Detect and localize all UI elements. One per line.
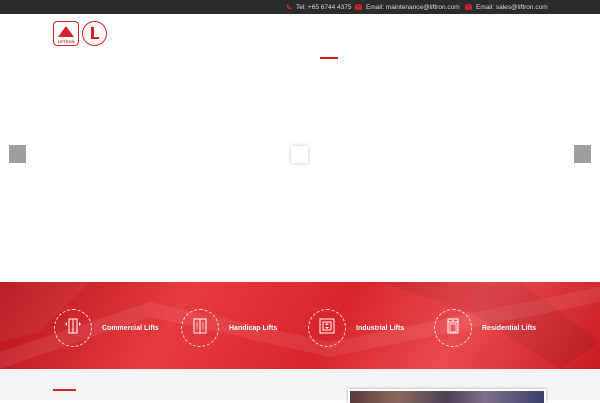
envelope-icon [465,4,472,11]
service-label: Commercial Lifts [102,324,159,332]
commercial-lift-icon [64,318,82,339]
service-label: Industrial Lifts [356,324,405,332]
slider-next-button[interactable] [574,145,591,163]
phone-contact[interactable]: Tel: +65 6744 4375 [285,0,351,14]
hero-slider: LIFTRON [0,14,600,282]
maintenance-email-contact[interactable]: Email: maintenance@liftron.com [355,0,460,14]
envelope-icon [355,4,362,11]
welcome-photo [348,389,546,403]
slider-loader [291,146,308,163]
welcome-accent-line [53,389,76,391]
service-residential-lifts[interactable]: Residential Lifts [434,308,536,348]
service-label: Residential Lifts [482,324,537,332]
residential-lift-icon [444,318,462,339]
handicap-lift-icon [191,318,209,339]
service-handicap-lifts[interactable]: Handicap Lifts [181,308,277,348]
liftron-logo[interactable]: LIFTRON [53,21,79,46]
service-commercial-lifts[interactable]: Commercial Lifts [54,308,159,348]
maintenance-email-text: Email: maintenance@liftron.com [366,3,460,11]
secondary-logo[interactable] [82,21,107,46]
phone-text: Tel: +65 6744 4375 [296,3,352,11]
welcome-section [0,369,600,403]
sales-email-contact[interactable]: Email: sales@liftron.com [465,0,548,14]
industrial-lift-icon [318,318,336,339]
logo-triangle [58,26,74,37]
logo-text: LIFTRON [57,40,75,44]
service-industrial-lifts[interactable]: Industrial Lifts [308,308,404,348]
slider-prev-button[interactable] [9,145,26,163]
service-label: Handicap Lifts [229,324,278,332]
sales-email-text: Email: sales@liftron.com [476,3,548,11]
top-bar: Tel: +65 6744 4375 Email: maintenance@li… [0,0,600,14]
phone-icon [285,4,292,11]
nav-active-indicator [320,57,338,59]
services-band: Commercial Lifts Handicap Lifts Industri… [0,282,600,369]
